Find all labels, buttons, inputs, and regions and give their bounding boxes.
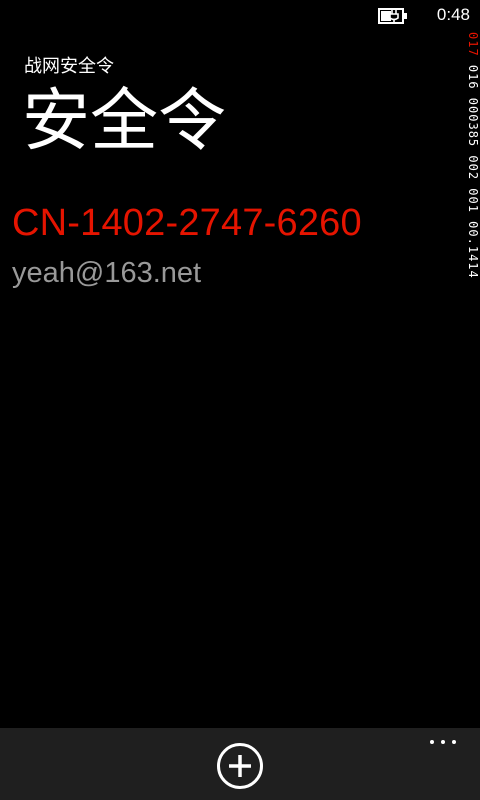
debug-counter-text: 017 016 000385 002 001 00.1414 <box>466 32 480 279</box>
authenticator-serial[interactable]: CN-1402-2747-6260 <box>12 202 362 245</box>
app-bar <box>0 728 480 800</box>
status-clock: 0:48 <box>436 5 470 24</box>
ellipsis-dot <box>452 740 456 744</box>
battery-charging-icon <box>378 8 407 24</box>
ellipsis-icon[interactable] <box>428 736 458 750</box>
authenticator-account[interactable]: yeah@163.net <box>12 257 201 290</box>
status-bar: 0:48 <box>0 0 480 32</box>
debug-counter-values: 016 000385 002 001 00.1414 <box>466 56 480 279</box>
ellipsis-dot <box>430 740 434 744</box>
add-circle-icon[interactable] <box>216 742 264 790</box>
page-title: 安全令 <box>22 82 227 161</box>
app-name: 战网安全令 <box>24 56 114 77</box>
debug-counter-overlay: 017 016 000385 002 001 00.1414 <box>466 32 480 412</box>
debug-counter-highlight: 017 <box>466 32 480 57</box>
ellipsis-dot <box>441 740 445 744</box>
